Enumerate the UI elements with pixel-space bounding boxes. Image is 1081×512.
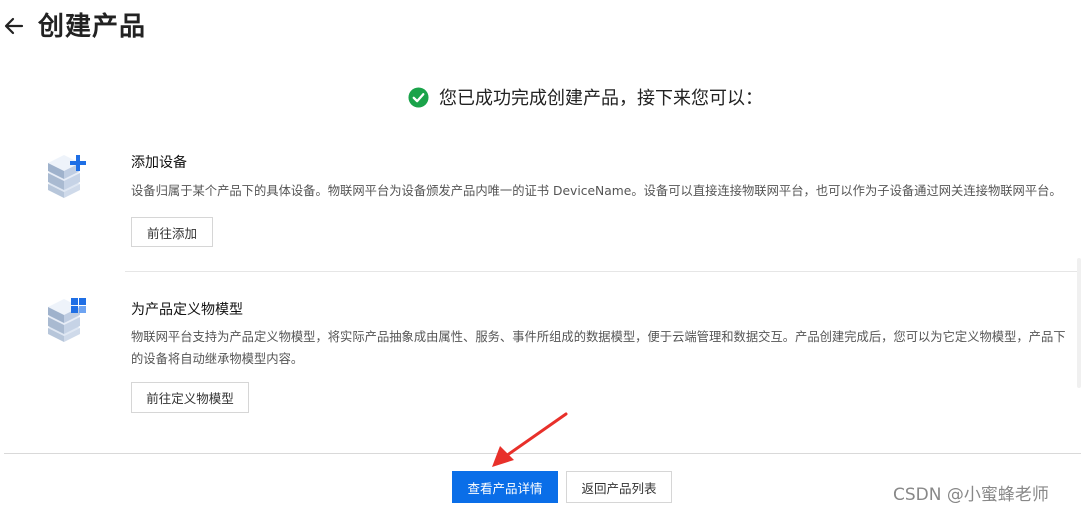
thing-model-icon: [44, 294, 86, 342]
success-check-icon: [408, 86, 429, 108]
go-add-device-button[interactable]: 前往添加: [131, 217, 213, 247]
annotation-arrow: [492, 412, 568, 467]
watermark: CSDN @小蜜蜂老师: [893, 485, 1049, 505]
success-banner: 您已成功完成创建产品，接下来您可以：: [408, 86, 763, 109]
back-arrow-icon[interactable]: [2, 13, 26, 39]
view-product-details-button[interactable]: 查看产品详情: [452, 471, 558, 503]
scrollbar[interactable]: [1076, 258, 1081, 388]
section-divider: [125, 271, 1077, 272]
go-define-thing-model-button[interactable]: 前往定义物模型: [131, 382, 249, 413]
success-message: 您已成功完成创建产品，接下来您可以：: [439, 88, 763, 109]
section-title-add-device: 添加设备: [131, 155, 187, 171]
back-to-product-list-button[interactable]: 返回产品列表: [566, 471, 672, 503]
section-desc-thing-model: 物联网平台支持为产品定义物模型，将实际产品抽象成由属性、服务、事件所组成的数据模…: [131, 330, 1066, 366]
section-desc-add-device: 设备归属于某个产品下的具体设备。物联网平台为设备颁发产品内唯一的证书 Devic…: [131, 184, 1062, 198]
page-title: 创建产品: [38, 12, 147, 42]
add-device-icon: [44, 150, 86, 198]
section-title-thing-model: 为产品定义物模型: [131, 302, 243, 318]
